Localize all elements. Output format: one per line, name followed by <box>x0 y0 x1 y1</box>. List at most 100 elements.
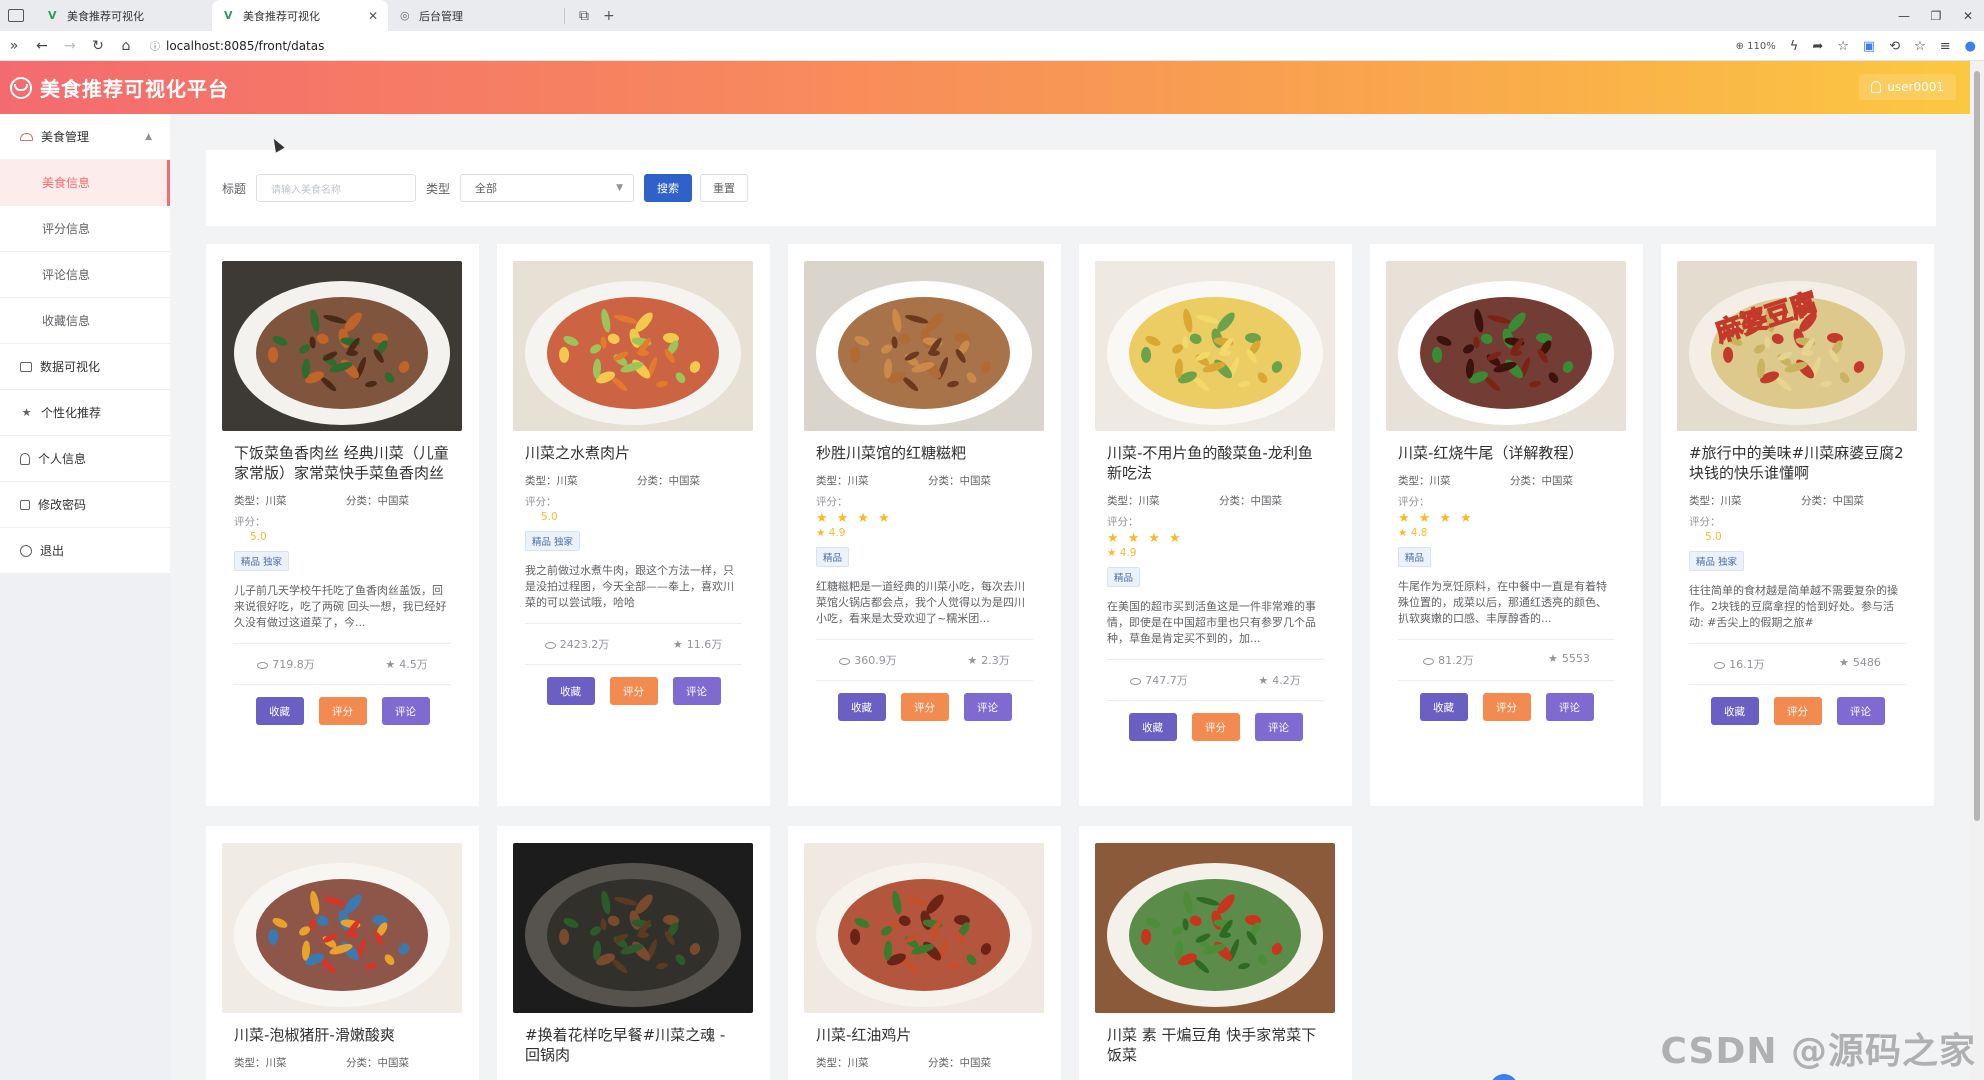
user-menu[interactable]: user0001 <box>1859 74 1956 100</box>
food-card[interactable]: 川菜-红烧牛尾（详解教程） 类型：川菜 分类：中国菜 评分： ★★★★ ★ 4.8 精品 牛尾… <box>1370 244 1643 806</box>
profile-icon[interactable]: ● <box>1965 39 1976 54</box>
close-tab-icon[interactable]: ✕ <box>368 9 378 23</box>
sidebar-item-logout[interactable]: 退出 <box>0 528 170 574</box>
rating-score: ★ 4.9 <box>816 527 846 539</box>
bolt-icon[interactable]: ϟ <box>1790 39 1799 54</box>
rating-score: 5.0 <box>250 531 267 543</box>
food-image[interactable] <box>513 843 753 1013</box>
type-select[interactable]: 全部 ▼ <box>460 174 635 202</box>
divider <box>1689 643 1906 644</box>
food-card[interactable]: 川菜 素 干煸豆角 快手家常菜下饭菜 <box>1079 826 1352 1080</box>
page-scrollbar[interactable] <box>1970 61 1984 1080</box>
food-image[interactable] <box>222 261 462 431</box>
food-image[interactable] <box>222 843 462 1013</box>
home-icon[interactable]: ⌂ <box>112 38 140 54</box>
food-image[interactable] <box>513 261 753 431</box>
food-card[interactable]: 麻婆豆腐 #旅行中的美味#川菜麻婆豆腐2块钱的快乐谁懂啊 类型：川菜 分类：中国菜 评分… <box>1661 244 1934 806</box>
food-image[interactable] <box>804 261 1044 431</box>
comment-button[interactable]: 评论 <box>672 677 721 705</box>
rate-button[interactable]: 评分 <box>318 697 367 725</box>
sidebar-group-food-management[interactable]: 美食管理 ▲ <box>0 114 170 160</box>
comment-button[interactable]: 评论 <box>1254 713 1303 741</box>
search-panel: 标题 请输入美食名称 类型 全部 ▼ 搜索 重置 <box>206 150 1936 226</box>
title-search-input[interactable]: 请输入美食名称 <box>256 174 417 202</box>
back-icon[interactable]: ← <box>28 38 56 54</box>
sidebar-item-data-visualization[interactable]: 数据可视化 <box>0 344 170 390</box>
browser-tab-2-active[interactable]: V 美食推荐可视化 ✕ <box>212 0 388 31</box>
favorite-button[interactable]: 收藏 <box>1419 693 1468 721</box>
rate-button[interactable]: 评分 <box>609 677 658 705</box>
food-title[interactable]: 下饭菜鱼香肉丝 经典川菜（儿童家常版）家常菜快手菜鱼香肉丝 <box>222 443 463 483</box>
rate-button[interactable]: 评分 <box>1773 697 1822 725</box>
tab-actions-icon[interactable]: ⧉ <box>579 8 589 24</box>
sync-icon[interactable]: ⟲ <box>1889 39 1900 54</box>
menu-icon[interactable]: ≡ <box>1940 39 1951 54</box>
comment-button[interactable]: 评论 <box>1545 693 1594 721</box>
food-title[interactable]: #旅行中的美味#川菜麻婆豆腐2块钱的快乐谁懂啊 <box>1677 443 1918 483</box>
favorite-button[interactable]: 收藏 <box>837 693 886 721</box>
zoom-indicator[interactable]: ⊕ 110% <box>1736 41 1776 52</box>
food-image[interactable]: 麻婆豆腐 <box>1677 261 1917 431</box>
food-card[interactable]: 川菜之水煮肉片 类型：川菜 分类：中国菜 评分： 5.0 精品 独家 我之前做过水煮牛肉，跟… <box>497 244 770 806</box>
food-card[interactable]: 秒胜川菜馆的红糖糍粑 类型：川菜 分类：中国菜 评分： ★★★★ ★ 4.9 精品 红糖糍粑是… <box>788 244 1061 806</box>
food-image[interactable] <box>1095 261 1335 431</box>
comment-button[interactable]: 评论 <box>963 693 1012 721</box>
favorite-button[interactable]: 收藏 <box>1710 697 1759 725</box>
sidebar-item-rating-info[interactable]: 评分信息 <box>0 206 170 252</box>
favorites-icon[interactable]: ☆ <box>1914 39 1926 54</box>
food-title[interactable]: 川菜-泡椒猪肝-滑嫩酸爽 <box>222 1025 463 1045</box>
restore-icon[interactable]: ❐ <box>1920 9 1952 23</box>
window-close-icon[interactable]: ✕ <box>1952 9 1984 23</box>
comment-button[interactable]: 评论 <box>1836 697 1885 725</box>
rate-button[interactable]: 评分 <box>900 693 949 721</box>
food-title[interactable]: 川菜-红油鸡片 <box>804 1025 1045 1045</box>
food-title[interactable]: #换着花样吃早餐#川菜之魂 - 回锅肉 <box>513 1025 754 1065</box>
food-title[interactable]: 川菜 素 干煸豆角 快手家常菜下饭菜 <box>1095 1025 1336 1065</box>
scrollbar-thumb[interactable] <box>1974 71 1980 821</box>
food-card[interactable]: 川菜-红油鸡片 类型：川菜 分类：中国菜 <box>788 826 1061 1080</box>
new-tab-icon[interactable]: + <box>603 8 615 24</box>
url-field[interactable]: ⓘ localhost:8085/front/datas <box>150 38 324 54</box>
divider <box>234 643 451 644</box>
reset-button[interactable]: 重置 <box>700 174 749 202</box>
favorite-button[interactable]: 收藏 <box>255 697 304 725</box>
food-card[interactable]: 川菜-泡椒猪肝-滑嫩酸爽 类型：川菜 分类：中国菜 <box>206 826 479 1080</box>
extension-icon[interactable]: ▣ <box>1863 39 1875 54</box>
chef-hat-icon <box>20 132 33 141</box>
search-button[interactable]: 搜索 <box>644 174 693 202</box>
food-title[interactable]: 秒胜川菜馆的红糖糍粑 <box>804 443 1045 463</box>
food-meta: 类型：川菜 分类：中国菜 <box>1386 473 1627 488</box>
food-title[interactable]: 川菜-红烧牛尾（详解教程） <box>1386 443 1627 463</box>
browser-tab-1[interactable]: V 美食推荐可视化 <box>36 0 212 31</box>
forward-icon[interactable]: → <box>56 38 84 54</box>
food-image[interactable] <box>804 843 1044 1013</box>
sidebar-item-favorites-info[interactable]: 收藏信息 <box>0 298 170 344</box>
sidebar-toggle-icon[interactable] <box>8 9 24 22</box>
browser-tab-3[interactable]: ◎ 后台管理 <box>388 0 564 31</box>
divider <box>234 684 451 685</box>
rate-button[interactable]: 评分 <box>1482 693 1531 721</box>
refresh-icon[interactable]: ↻ <box>84 38 112 54</box>
share-icon[interactable]: ➦ <box>1812 39 1823 54</box>
chevron-down-icon: ▼ <box>616 183 624 193</box>
sidebar-item-food-info[interactable]: 美食信息 <box>0 160 170 206</box>
food-title[interactable]: 川菜-不用片鱼的酸菜鱼-龙利鱼新吃法 <box>1095 443 1336 483</box>
food-card[interactable]: 下饭菜鱼香肉丝 经典川菜（儿童家常版）家常菜快手菜鱼香肉丝 类型：川菜 分类：中国菜… <box>206 244 479 806</box>
sidebar-item-change-password[interactable]: 修改密码 <box>0 482 170 528</box>
sidebar-item-recommendation[interactable]: ★ 个性化推荐 <box>0 390 170 436</box>
food-card[interactable]: #换着花样吃早餐#川菜之魂 - 回锅肉 <box>497 826 770 1080</box>
food-image[interactable] <box>1095 843 1335 1013</box>
double-chevron-icon[interactable]: » <box>0 38 28 54</box>
favorite-button[interactable]: 收藏 <box>1128 713 1177 741</box>
food-card[interactable]: 川菜-不用片鱼的酸菜鱼-龙利鱼新吃法 类型：川菜 分类：中国菜 评分： ★★★★ ★ 4.… <box>1079 244 1352 806</box>
food-image[interactable] <box>1386 261 1626 431</box>
sidebar-item-comment-info[interactable]: 评论信息 <box>0 252 170 298</box>
rate-button[interactable]: 评分 <box>1191 713 1240 741</box>
star-icon: ★ <box>1838 656 1849 669</box>
bookmark-star-icon[interactable]: ☆ <box>1837 39 1849 54</box>
food-title[interactable]: 川菜之水煮肉片 <box>513 443 754 463</box>
comment-button[interactable]: 评论 <box>381 697 430 725</box>
minimize-icon[interactable]: — <box>1888 9 1920 23</box>
favorite-button[interactable]: 收藏 <box>546 677 595 705</box>
sidebar-item-profile[interactable]: 个人信息 <box>0 436 170 482</box>
